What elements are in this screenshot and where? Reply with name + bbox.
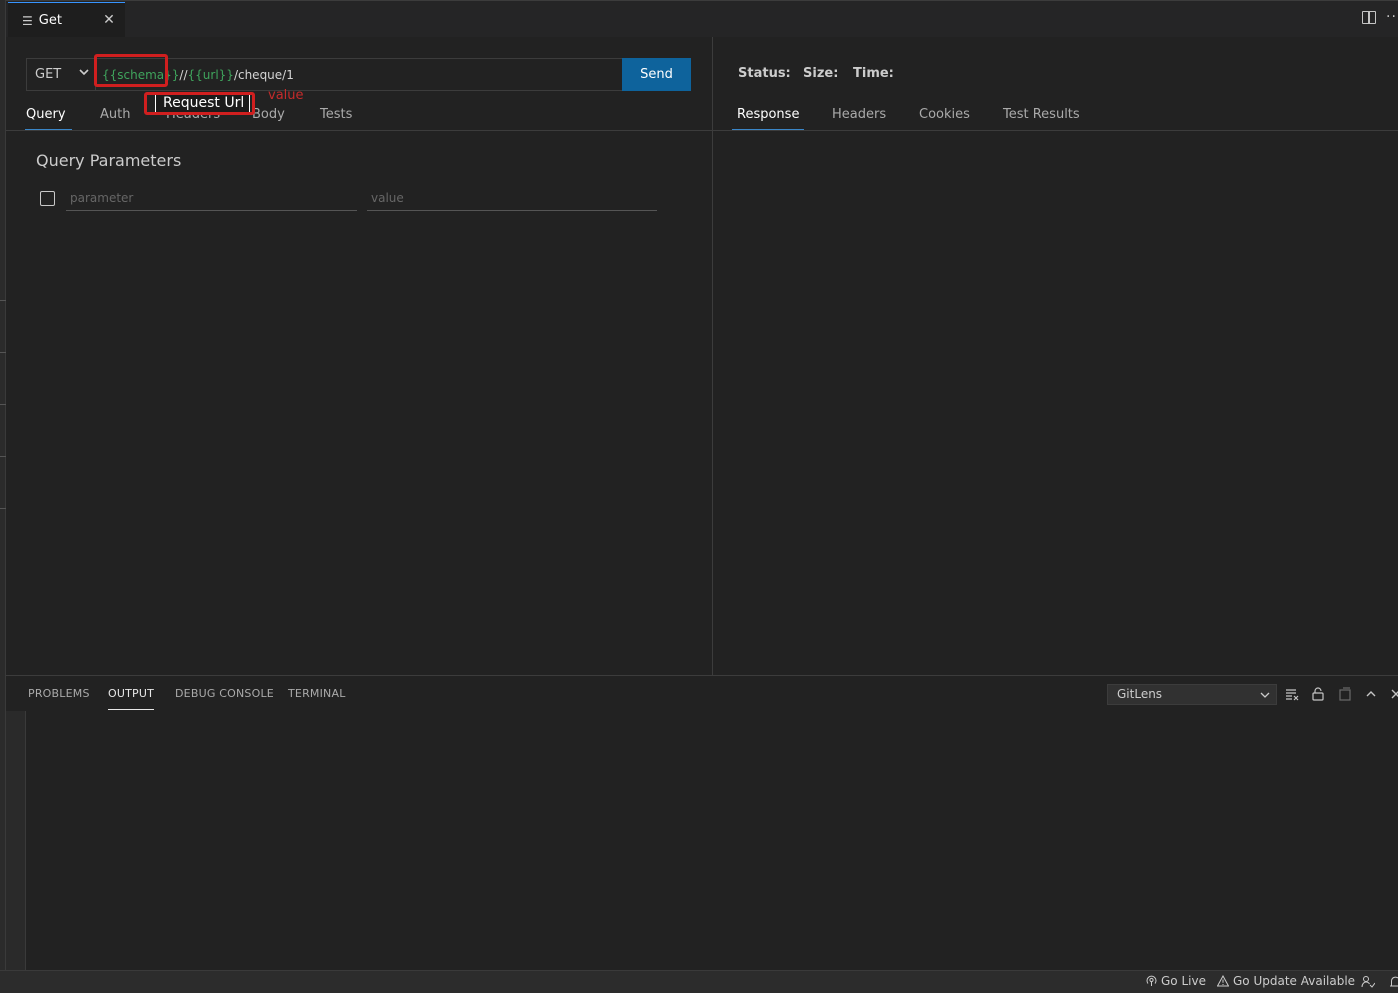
more-actions-icon[interactable]: ··· (1386, 9, 1398, 25)
notifications-icon[interactable] (1389, 975, 1398, 989)
open-log-icon[interactable] (1337, 686, 1353, 702)
url-path: /cheque/1 (233, 67, 294, 82)
tab-title: Get (38, 13, 62, 28)
url-separator: // (179, 67, 188, 82)
divider (713, 130, 1398, 131)
clear-output-icon[interactable] (1284, 686, 1300, 702)
value-annotation: value (268, 88, 304, 103)
go-update-label: Go Update Available (1233, 974, 1356, 988)
output-channel-value: GitLens (1117, 687, 1163, 701)
schema-highlight-box (94, 54, 168, 87)
close-icon[interactable]: ✕ (101, 12, 117, 28)
editor-tab-get[interactable]: ☰ Get ✕ (8, 2, 125, 38)
query-parameters-title: Query Parameters (36, 151, 182, 170)
tab-tests[interactable]: Tests (320, 107, 352, 122)
send-button[interactable]: Send (622, 58, 691, 91)
value-input[interactable]: value (367, 189, 657, 211)
parameter-input[interactable]: parameter (66, 189, 357, 211)
tab-terminal[interactable]: TERMINAL (288, 687, 346, 700)
broadcast-icon (1146, 975, 1157, 986)
status-bar: Go Live Go Update Available (0, 970, 1398, 993)
chevron-up-icon[interactable] (1363, 686, 1379, 702)
split-editor-icon[interactable] (1362, 10, 1376, 24)
hamburger-icon: ☰ (22, 13, 33, 28)
output-gutter (6, 711, 26, 971)
url-host-variable: {{url}} (187, 67, 234, 82)
editor-tab-bar: ☰ Get ✕ ··· (6, 0, 1398, 38)
tab-query[interactable]: Query (25, 107, 71, 131)
chevron-down-icon (1260, 692, 1270, 698)
url-input[interactable]: {{schema}} // {{url}} /cheque/1 (96, 58, 623, 91)
go-live-label: Go Live (1161, 974, 1206, 988)
tab-output[interactable]: OUTPUT (108, 687, 155, 710)
tab-debug-console[interactable]: DEBUG CONSOLE (175, 687, 274, 700)
param-checkbox[interactable] (40, 191, 55, 206)
status-label: Status: (738, 66, 791, 81)
output-channel-select[interactable]: GitLens (1107, 684, 1277, 705)
tab-problems[interactable]: PROBLEMS (28, 687, 90, 700)
warning-icon (1217, 975, 1229, 987)
editor-actions: ··· (1362, 9, 1398, 25)
go-live-button[interactable]: Go Live (1146, 974, 1206, 988)
chevron-down-icon (79, 69, 89, 76)
lock-icon[interactable] (1310, 686, 1326, 702)
time-label: Time: (853, 66, 894, 81)
request-panel: GET {{schema}} // {{url}} /cheque/1 Send… (6, 37, 712, 675)
go-update-button[interactable]: Go Update Available (1217, 974, 1355, 988)
tab-auth[interactable]: Auth (100, 107, 130, 122)
tab-body[interactable]: Body (252, 107, 285, 122)
response-panel: Status: Size: Time: Response Headers Coo… (712, 37, 1398, 675)
feedback-icon[interactable] (1361, 975, 1375, 989)
size-label: Size: (803, 66, 839, 81)
tab-response[interactable]: Response (731, 107, 805, 131)
tooltip-highlight-box (144, 92, 255, 115)
tab-response-headers[interactable]: Headers (832, 107, 886, 122)
method-value: GET (35, 67, 62, 82)
divider (6, 130, 712, 131)
method-select[interactable]: GET (26, 58, 96, 91)
bottom-panel: PROBLEMS OUTPUT DEBUG CONSOLE TERMINAL G… (6, 675, 1398, 971)
tab-cookies[interactable]: Cookies (919, 107, 970, 122)
close-panel-icon[interactable] (1388, 686, 1398, 702)
tab-test-results[interactable]: Test Results (1003, 107, 1080, 122)
